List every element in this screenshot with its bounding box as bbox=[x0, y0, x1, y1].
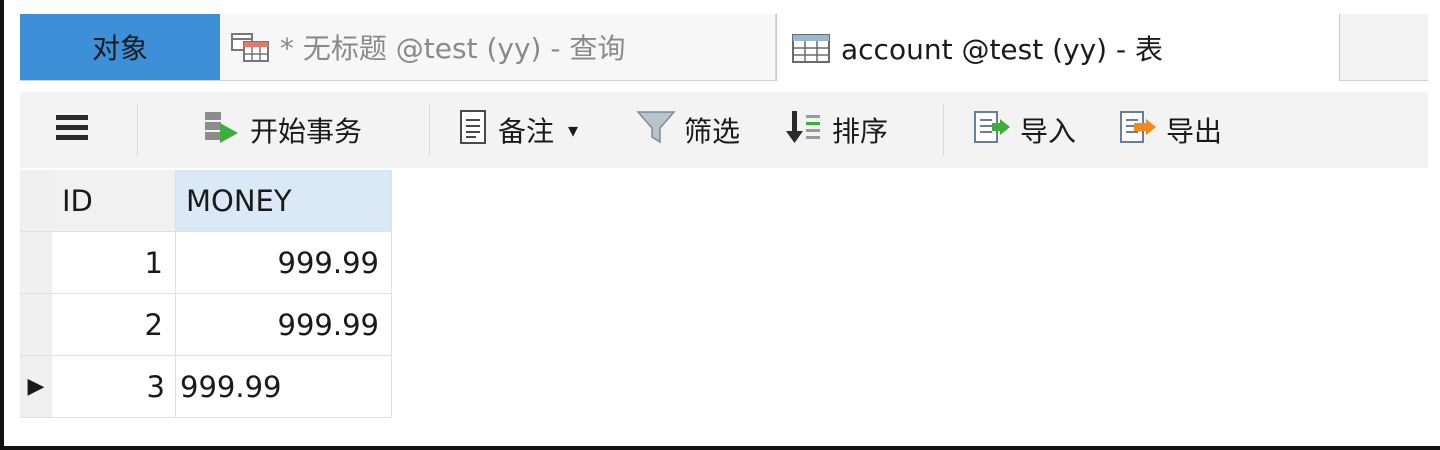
column-header-id[interactable]: ID bbox=[52, 170, 176, 232]
export-label: 导出 bbox=[1166, 115, 1223, 148]
cell-money[interactable]: 999.99 bbox=[176, 294, 392, 356]
cell-id[interactable]: 2 bbox=[52, 294, 176, 356]
tab-account-table[interactable]: account @test (yy) - 表 bbox=[776, 14, 1340, 81]
menu-button[interactable] bbox=[54, 92, 98, 168]
current-row-marker[interactable]: ▶ bbox=[20, 356, 52, 418]
window-left-border bbox=[0, 0, 4, 450]
tab-table-label: account @test (yy) - 表 bbox=[841, 32, 1164, 66]
toolbar-separator bbox=[429, 104, 430, 156]
window-bottom-border bbox=[0, 446, 1440, 450]
tab-objects[interactable]: 对象 bbox=[20, 14, 220, 80]
cell-money-editing[interactable]: 999.99 bbox=[176, 356, 392, 418]
memo-dropdown-arrow[interactable]: ▾ bbox=[568, 118, 578, 142]
sort-button[interactable]: 排序 bbox=[784, 92, 888, 168]
column-header-money[interactable]: MONEY bbox=[176, 170, 392, 232]
import-icon bbox=[972, 109, 1012, 152]
cell-id[interactable]: 3 bbox=[52, 356, 176, 418]
export-icon bbox=[1118, 109, 1158, 152]
cell-id[interactable]: 1 bbox=[52, 232, 176, 294]
toolbar-separator bbox=[943, 104, 944, 156]
import-button[interactable]: 导入 bbox=[972, 92, 1076, 168]
toolbar: 开始事务 备注 ▾ 筛选 排序 导入 导出 bbox=[20, 92, 1428, 168]
memo-label: 备注 bbox=[498, 115, 555, 148]
tab-query-label: * 无标题 @test (yy) - 查询 bbox=[280, 32, 626, 65]
filter-button[interactable]: 筛选 bbox=[636, 92, 740, 168]
export-button[interactable]: 导出 bbox=[1118, 92, 1222, 168]
begin-transaction-icon bbox=[202, 109, 242, 152]
tab-objects-label: 对象 bbox=[91, 32, 148, 65]
filter-label: 筛选 bbox=[684, 115, 741, 148]
sort-icon bbox=[784, 109, 824, 152]
tab-untitled-query[interactable]: * 无标题 @test (yy) - 查询 bbox=[220, 14, 776, 80]
cell-money[interactable]: 999.99 bbox=[176, 232, 392, 294]
import-label: 导入 bbox=[1020, 115, 1077, 148]
row-header[interactable] bbox=[20, 294, 52, 356]
row-header-corner bbox=[20, 170, 52, 232]
row-header[interactable] bbox=[20, 232, 52, 294]
memo-button[interactable]: 备注 ▾ bbox=[458, 92, 578, 168]
tab-bar: 对象 * 无标题 @test (yy) - 查询 account @test (… bbox=[20, 14, 1428, 81]
window-top-edge bbox=[0, 0, 1440, 14]
begin-transaction-label: 开始事务 bbox=[250, 115, 363, 148]
table-grid-icon bbox=[791, 32, 831, 64]
hamburger-menu-icon bbox=[54, 112, 90, 149]
sort-label: 排序 bbox=[832, 115, 889, 148]
toolbar-separator bbox=[137, 104, 138, 156]
query-table-icon bbox=[230, 31, 270, 63]
begin-transaction-button[interactable]: 开始事务 bbox=[202, 92, 362, 168]
memo-document-icon bbox=[458, 109, 490, 152]
filter-funnel-icon bbox=[636, 109, 676, 152]
